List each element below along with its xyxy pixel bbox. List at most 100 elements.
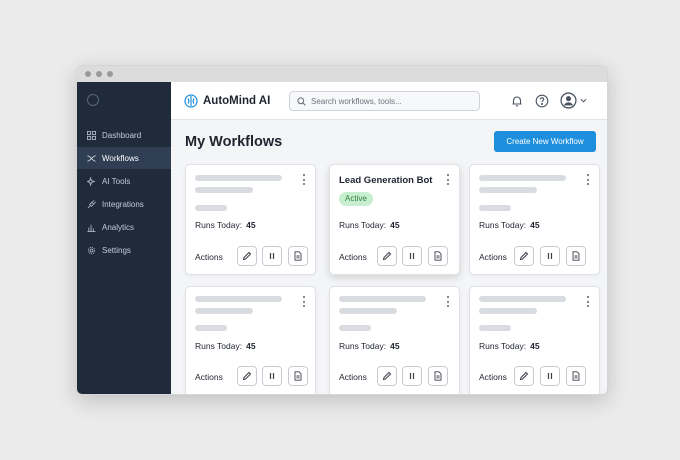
more-options-icon[interactable]: [446, 174, 450, 185]
sidebar-item-ai-tools[interactable]: AI Tools: [77, 170, 171, 192]
more-options-icon[interactable]: [446, 296, 450, 307]
status-placeholder: [479, 325, 511, 331]
more-options-icon[interactable]: [586, 296, 590, 307]
search-input[interactable]: [311, 96, 471, 106]
sidebar-logo-icon: [87, 94, 99, 106]
sidebar-item-label: Settings: [102, 245, 131, 255]
workflow-card[interactable]: Runs Today: 45 Actions: [469, 286, 600, 394]
edit-icon: [519, 251, 529, 261]
top-bar: AutoMind AI: [171, 82, 607, 120]
sidebar-item-label: Dashboard: [102, 130, 142, 140]
more-options-icon[interactable]: [586, 174, 590, 185]
runs-label: Runs Today:: [339, 220, 387, 230]
pause-button[interactable]: [262, 366, 282, 386]
runs-today: Runs Today: 45: [479, 341, 540, 351]
runs-label: Runs Today:: [479, 220, 527, 230]
workflow-card[interactable]: Runs Today: 45 Actions: [185, 164, 316, 275]
edit-button[interactable]: [514, 246, 534, 266]
pause-icon: [409, 253, 415, 259]
pause-button[interactable]: [540, 366, 560, 386]
status-badge: Active: [339, 192, 373, 206]
edit-icon: [382, 251, 392, 261]
dashboard-icon: [87, 130, 96, 140]
runs-today: Runs Today: 45: [339, 220, 400, 230]
search-icon: [297, 96, 306, 106]
pause-button[interactable]: [402, 246, 422, 266]
runs-label: Runs Today:: [195, 220, 243, 230]
actions-label: Actions: [195, 372, 223, 382]
actions-label: Actions: [479, 252, 507, 262]
plug-icon: [87, 199, 96, 208]
sidebar-item-label: Analytics: [102, 222, 135, 232]
view-details-button[interactable]: [428, 366, 448, 386]
actions-label: Actions: [339, 372, 367, 382]
main-content: My Workflows Create New Workflow Runs To…: [171, 120, 607, 394]
sidebar-item-workflows[interactable]: Workflows: [77, 147, 171, 169]
pause-button[interactable]: [402, 366, 422, 386]
runs-label: Runs Today:: [195, 341, 243, 351]
sidebar-item-analytics[interactable]: Analytics: [77, 216, 171, 238]
view-details-button[interactable]: [428, 246, 448, 266]
title-placeholder: [339, 296, 426, 302]
user-menu[interactable]: [560, 92, 587, 109]
pause-button[interactable]: [540, 246, 560, 266]
workflow-title: Lead Generation Bot: [339, 175, 433, 186]
status-placeholder: [339, 325, 371, 331]
brain-logo-icon: [184, 94, 198, 108]
more-options-icon[interactable]: [302, 174, 306, 185]
pause-button[interactable]: [262, 246, 282, 266]
workflow-card[interactable]: Runs Today: 45 Actions: [469, 164, 600, 275]
page-title: My Workflows: [185, 134, 283, 150]
status-placeholder: [479, 205, 511, 211]
status-placeholder: [195, 205, 227, 211]
edit-button[interactable]: [377, 366, 397, 386]
brand[interactable]: AutoMind AI: [184, 94, 270, 108]
window-titlebar: [77, 66, 607, 82]
help-icon[interactable]: [535, 94, 549, 108]
window-maximize-dot[interactable]: [107, 71, 113, 77]
view-details-button[interactable]: [288, 366, 308, 386]
edit-button[interactable]: [377, 246, 397, 266]
workflow-icon: [87, 154, 96, 162]
title-placeholder: [479, 175, 566, 181]
edit-button[interactable]: [237, 246, 257, 266]
runs-label: Runs Today:: [339, 341, 387, 351]
sidebar-item-label: Workflows: [102, 153, 139, 163]
window-close-dot[interactable]: [85, 71, 91, 77]
create-new-workflow-button[interactable]: Create New Workflow: [494, 131, 596, 152]
document-icon: [572, 251, 580, 261]
window-minimize-dot[interactable]: [96, 71, 102, 77]
pause-icon: [547, 253, 553, 259]
edit-icon: [382, 371, 392, 381]
runs-count: 45: [530, 341, 540, 351]
workflow-card[interactable]: Runs Today: 45 Actions: [185, 286, 316, 394]
sidebar-item-dashboard[interactable]: Dashboard: [77, 124, 171, 146]
workflow-card-lead-generation-bot[interactable]: Lead Generation Bot Active Runs Today: 45…: [329, 164, 460, 275]
title-placeholder: [195, 175, 282, 181]
bar-chart-icon: [87, 224, 96, 232]
chevron-down-icon: [580, 98, 587, 103]
sidebar-item-integrations[interactable]: Integrations: [77, 193, 171, 215]
runs-today: Runs Today: 45: [339, 341, 400, 351]
header-actions: [510, 92, 587, 109]
edit-icon: [519, 371, 529, 381]
document-icon: [294, 371, 302, 381]
sidebar-item-label: AI Tools: [102, 176, 131, 186]
document-icon: [434, 251, 442, 261]
bell-icon[interactable]: [510, 94, 524, 108]
view-details-button[interactable]: [566, 246, 586, 266]
subtitle-placeholder: [339, 308, 397, 314]
more-options-icon[interactable]: [302, 296, 306, 307]
view-details-button[interactable]: [566, 366, 586, 386]
pause-icon: [409, 373, 415, 379]
edit-button[interactable]: [237, 366, 257, 386]
edit-button[interactable]: [514, 366, 534, 386]
sidebar: Dashboard Workflows AI Tools Integration…: [77, 82, 171, 394]
view-details-button[interactable]: [288, 246, 308, 266]
subtitle-placeholder: [479, 187, 537, 193]
app-name: AutoMind AI: [203, 95, 271, 107]
sidebar-item-settings[interactable]: Settings: [77, 239, 171, 261]
workflow-card[interactable]: Runs Today: 45 Actions: [329, 286, 460, 394]
sidebar-nav: Dashboard Workflows AI Tools Integration…: [77, 124, 171, 262]
sparkle-icon: [87, 176, 96, 186]
